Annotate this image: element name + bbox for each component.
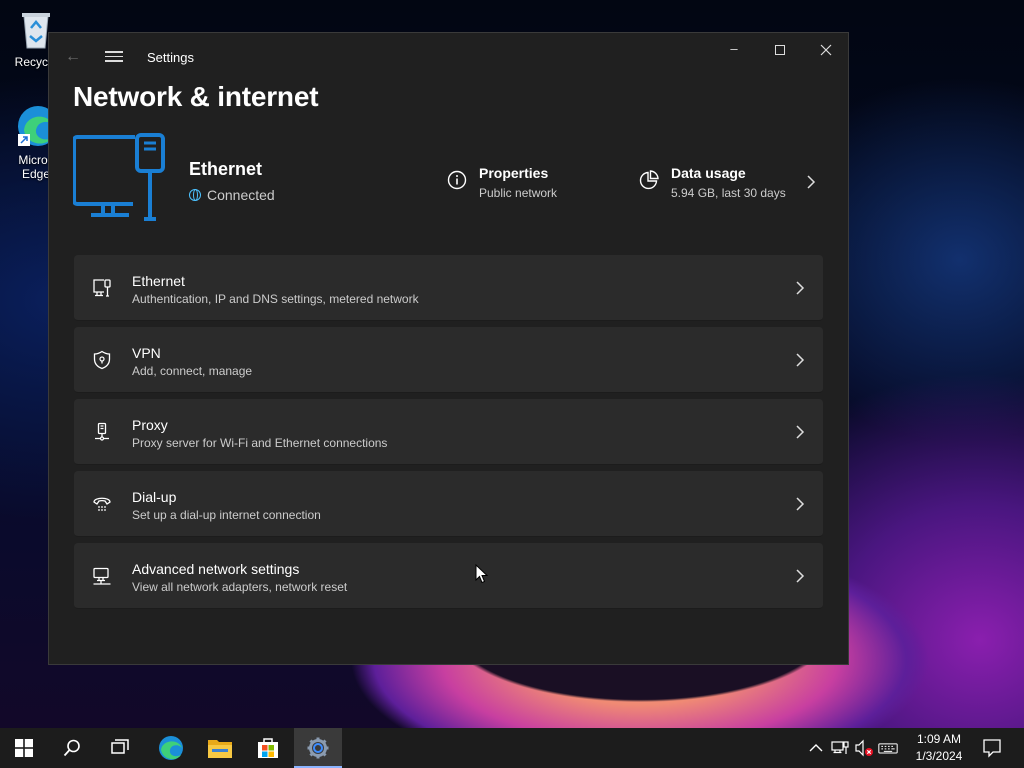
card-subtitle: Add, connect, manage: [132, 364, 253, 378]
vpn-card[interactable]: VPN Add, connect, manage: [74, 327, 823, 393]
data-usage-subtitle: 5.94 GB, last 30 days: [671, 186, 786, 200]
connection-status: Connected: [189, 187, 275, 203]
search-button[interactable]: [48, 728, 96, 768]
proxy-card[interactable]: Proxy Proxy server for Wi-Fi and Etherne…: [74, 399, 823, 465]
chevron-right-icon: [796, 281, 805, 295]
system-clock[interactable]: 1:09 AM 1/3/2024: [908, 731, 970, 765]
data-usage-title: Data usage: [671, 165, 746, 181]
chevron-right-icon: [796, 569, 805, 583]
card-subtitle: View all network adapters, network reset: [132, 580, 348, 594]
dialup-icon: [93, 497, 111, 511]
dialup-card[interactable]: Dial-up Set up a dial-up internet connec…: [74, 471, 823, 537]
ethernet-icon: [93, 279, 111, 297]
chevron-right-icon: [796, 353, 805, 367]
card-title: Dial-up: [132, 489, 177, 505]
settings-taskbar-button[interactable]: [294, 728, 342, 768]
title-bar[interactable]: ← Settings –: [49, 33, 848, 81]
edge-icon: [159, 736, 183, 760]
card-subtitle: Set up a dial-up internet connection: [132, 508, 321, 522]
proxy-icon: [95, 422, 109, 441]
card-title: Ethernet: [132, 273, 185, 289]
advanced-network-icon: [93, 567, 111, 585]
ethernet-hero: Ethernet Connected Properties Public net…: [73, 131, 825, 235]
chevron-right-icon: [796, 425, 805, 439]
connection-name: Ethernet: [189, 159, 263, 179]
properties-subtitle: Public network: [479, 186, 558, 200]
search-icon: [63, 739, 80, 757]
mouse-cursor-icon: [475, 564, 489, 584]
hamburger-menu-button[interactable]: [105, 48, 123, 66]
file-explorer-button[interactable]: [196, 728, 244, 768]
window-title: Settings: [147, 50, 194, 65]
chevron-right-icon: [796, 497, 805, 511]
card-subtitle: Authentication, IP and DNS settings, met…: [132, 292, 419, 306]
ethernet-monitor-icon: [73, 133, 165, 221]
pie-chart-icon: [639, 170, 659, 190]
microsoft-store-button[interactable]: [244, 728, 292, 768]
clock-time: 1:09 AM: [916, 732, 962, 746]
properties-title: Properties: [479, 165, 549, 181]
folder-icon: [208, 740, 232, 758]
task-view-button[interactable]: [96, 728, 144, 768]
gear-icon: [307, 737, 329, 759]
store-icon: [258, 738, 278, 758]
task-view-icon: [111, 739, 129, 754]
card-title: Advanced network settings: [132, 561, 300, 577]
clock-date: 1/3/2024: [915, 749, 963, 763]
maximize-button[interactable]: [757, 33, 803, 65]
advanced-network-settings-card[interactable]: Advanced network settings View all netwo…: [74, 543, 823, 609]
vpn-shield-icon: [93, 350, 111, 370]
minimize-button[interactable]: –: [711, 33, 757, 65]
volume-muted-icon[interactable]: [854, 738, 874, 758]
card-title: VPN: [132, 345, 161, 361]
settings-list: Ethernet Authentication, IP and DNS sett…: [74, 255, 823, 615]
card-title: Proxy: [132, 417, 168, 433]
chevron-right-icon[interactable]: [805, 175, 817, 189]
settings-window: ← Settings – Network & internet Ethernet…: [48, 32, 849, 665]
windows-logo-icon: [15, 739, 33, 757]
globe-icon: [189, 189, 201, 201]
page-title: Network & internet: [73, 81, 319, 112]
connection-status-text: Connected: [207, 187, 275, 203]
keyboard-icon[interactable]: [878, 738, 898, 758]
back-arrow-icon[interactable]: ←: [63, 47, 83, 67]
taskbar: 1:09 AM 1/3/2024: [0, 728, 1024, 768]
ethernet-card[interactable]: Ethernet Authentication, IP and DNS sett…: [74, 255, 823, 321]
close-icon: [820, 44, 832, 55]
close-button[interactable]: [803, 33, 849, 65]
edge-taskbar-button[interactable]: [147, 728, 195, 768]
notification-icon[interactable]: [982, 738, 1002, 758]
network-icon[interactable]: [830, 738, 850, 758]
start-button[interactable]: [0, 728, 48, 768]
info-icon: [447, 170, 467, 190]
card-subtitle: Proxy server for Wi-Fi and Ethernet conn…: [132, 436, 388, 450]
chevron-up-icon[interactable]: [806, 738, 826, 758]
